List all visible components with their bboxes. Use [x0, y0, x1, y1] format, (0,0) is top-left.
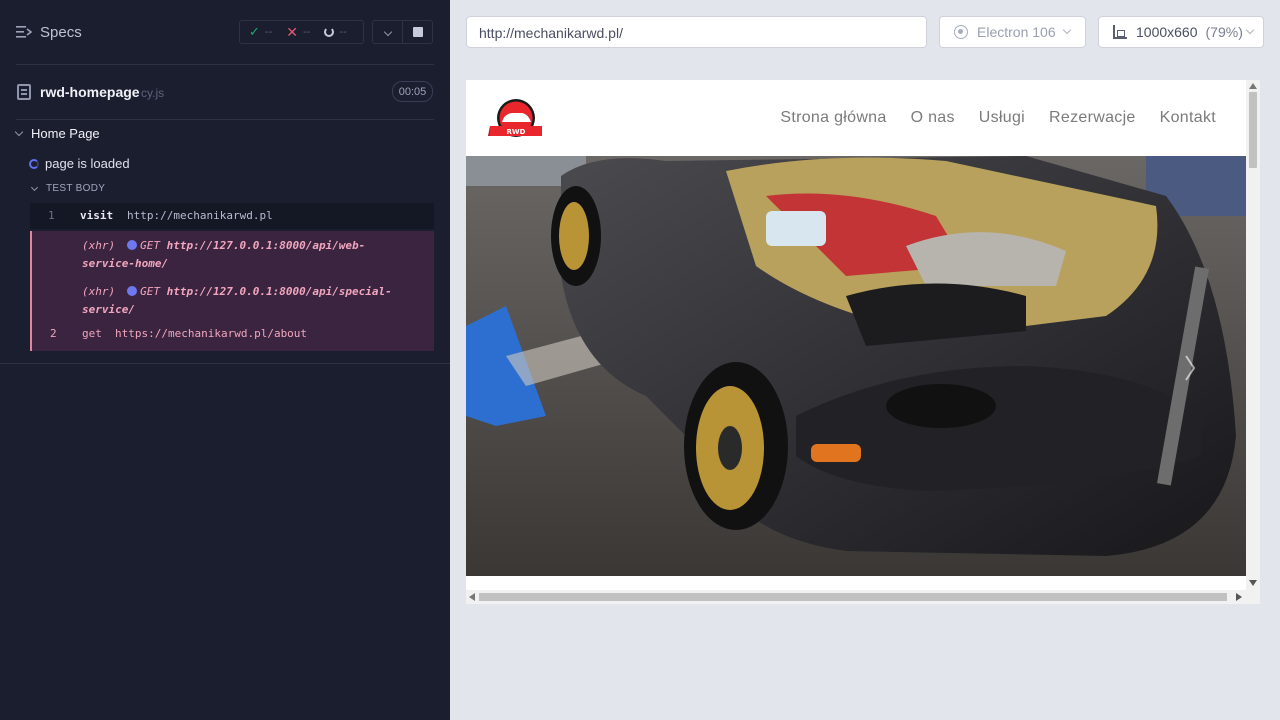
reporter-header: Specs ✓ -- ✕ -- -- — [0, 0, 450, 64]
x-icon: ✕ — [286, 23, 298, 40]
passed-stat: ✓ -- — [249, 24, 272, 40]
failed-count: -- — [302, 26, 311, 38]
nav-services[interactable]: Usługi — [979, 109, 1025, 127]
specs-label[interactable]: Specs — [40, 24, 82, 41]
nav-about[interactable]: O nas — [911, 109, 955, 127]
stop-icon — [412, 27, 423, 37]
pending-count: -- — [339, 26, 347, 38]
viewport-zoom: (79%) — [1205, 24, 1243, 40]
pending-dot-icon — [127, 286, 138, 296]
spec-file-ext: cy.js — [141, 86, 165, 100]
chevron-down-icon — [383, 27, 392, 37]
nav-contact[interactable]: Kontakt — [1160, 109, 1216, 127]
passed-count: -- — [264, 26, 273, 38]
running-spinner-icon — [29, 158, 39, 169]
command-log-panel: Specs ✓ -- ✕ -- -- rwd-homepage cy.js 00… — [0, 0, 450, 720]
xhr-url: http://127.0.0.1:8000/api/web- — [166, 239, 366, 252]
command-name: visit — [80, 209, 114, 222]
spec-file-row[interactable]: rwd-homepage cy.js 00:05 — [0, 78, 450, 106]
command-number: 1 — [48, 209, 55, 222]
svg-text:RWD: RWD — [507, 128, 526, 136]
site-nav-links: Strona główna O nas Usługi Rezerwacje Ko… — [756, 109, 1216, 127]
nav-home[interactable]: Strona główna — [780, 109, 886, 127]
test-title[interactable]: page is loaded — [29, 156, 130, 171]
divider — [0, 363, 450, 364]
test-body-toggle[interactable]: TEST BODY — [30, 183, 106, 194]
viewport-size: 1000x660 — [1136, 24, 1198, 40]
suite-label: Home Page — [31, 126, 100, 141]
chevron-down-icon — [14, 127, 24, 137]
xhr-method: GET — [140, 239, 160, 252]
command-number: 2 — [50, 327, 57, 340]
xhr-url: http://127.0.0.1:8000/api/special- — [166, 285, 392, 298]
chevron-down-icon — [1245, 25, 1255, 35]
document-icon — [17, 84, 31, 100]
xhr-method: GET — [140, 285, 160, 298]
browser-name: Electron 106 — [977, 24, 1056, 40]
test-label: page is loaded — [45, 156, 130, 171]
pending-icon — [324, 27, 335, 37]
rwd-logo[interactable]: RWD — [488, 96, 544, 142]
test-body-label: TEST BODY — [46, 183, 106, 194]
site-navbar: RWD Strona główna O nas Usługi Rezerwacj… — [466, 80, 1246, 156]
command-get[interactable]: 2 get https://mechanikarwd.pl/about — [50, 327, 307, 340]
xhr-tag: (xhr) — [82, 285, 116, 298]
electron-icon — [954, 25, 968, 39]
hero-car-photo — [466, 156, 1246, 576]
failed-commands-group: (xhr) GET http://127.0.0.1:8000/api/web- … — [30, 231, 434, 351]
suite-title[interactable]: Home Page — [14, 126, 100, 141]
viewport-icon — [1113, 25, 1127, 39]
command-message: http://mechanikarwd.pl — [127, 209, 273, 222]
browser-selector[interactable]: Electron 106 — [939, 16, 1086, 48]
nav-booking[interactable]: Rezerwacje — [1049, 109, 1136, 127]
scroll-thumb[interactable] — [1249, 92, 1257, 168]
horizontal-scrollbar[interactable] — [466, 590, 1260, 604]
chevron-down-icon — [30, 183, 39, 191]
viewport-selector[interactable]: 1000x660 (79%) — [1098, 16, 1264, 48]
pending-dot-icon — [127, 240, 138, 250]
aut-iframe: RWD Strona główna O nas Usługi Rezerwacj… — [466, 80, 1260, 604]
expand-toggle-button[interactable] — [372, 20, 403, 44]
stop-button[interactable] — [402, 20, 433, 44]
divider — [16, 119, 434, 120]
chevron-down-icon — [1062, 25, 1071, 35]
command-xhr[interactable]: (xhr) GET http://127.0.0.1:8000/api/speci… — [82, 283, 427, 319]
url-input[interactable]: http://mechanikarwd.pl/ — [466, 16, 927, 48]
failed-stat: ✕ -- — [286, 24, 310, 41]
test-stats: ✓ -- ✕ -- -- — [239, 20, 364, 44]
spec-file-name: rwd-homepage — [40, 84, 140, 100]
xhr-tag: (xhr) — [82, 239, 116, 252]
specs-list-icon[interactable] — [16, 25, 32, 39]
duration-badge: 00:05 — [392, 81, 433, 102]
divider — [16, 64, 434, 65]
pending-stat: -- — [324, 26, 347, 38]
xhr-url-cont: service-home/ — [82, 257, 169, 270]
scroll-thumb[interactable] — [479, 593, 1227, 601]
command-xhr[interactable]: (xhr) GET http://127.0.0.1:8000/api/web- … — [82, 237, 427, 273]
command-visit[interactable]: 1 visit http://mechanikarwd.pl — [30, 203, 434, 229]
vertical-scrollbar[interactable] — [1246, 80, 1260, 590]
command-message: https://mechanikarwd.pl/about — [115, 327, 308, 340]
xhr-url-cont: service/ — [82, 303, 135, 316]
command-name: get — [82, 327, 102, 340]
check-icon: ✓ — [249, 24, 260, 39]
